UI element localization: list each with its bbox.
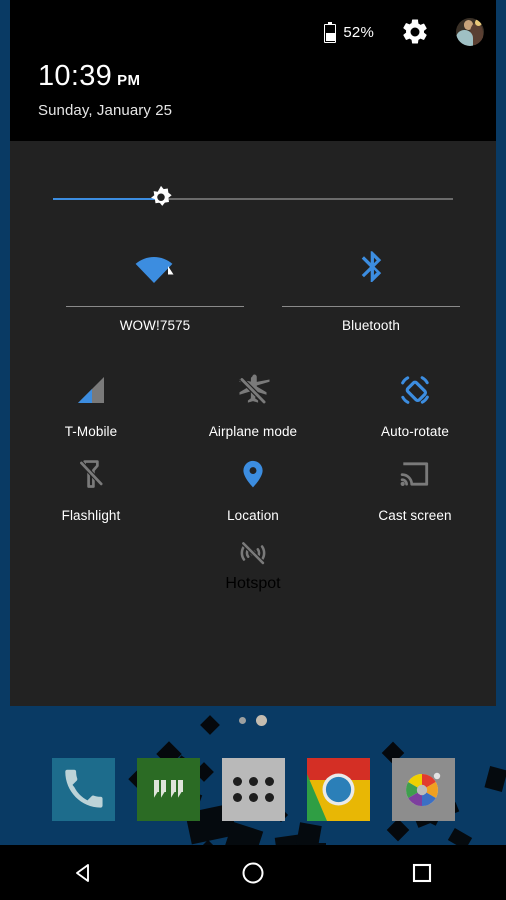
tile-auto-rotate[interactable]: Auto-rotate — [334, 368, 496, 452]
clock-block[interactable]: 10:39 PM Sunday, January 25 — [38, 60, 173, 120]
battery-status: 52% — [324, 21, 374, 43]
dock-item-hangouts[interactable] — [136, 757, 200, 821]
app-dock — [0, 753, 506, 825]
signal-bars-icon — [74, 368, 108, 412]
page-dot-1[interactable] — [239, 717, 246, 724]
tile-location[interactable]: Location — [172, 452, 334, 536]
tile-row-3: Hotspot — [10, 536, 496, 620]
clock-meridiem: PM — [117, 72, 141, 89]
tile-wifi-label: WOW!7575 — [119, 318, 191, 333]
tile-location-label: Location — [227, 508, 279, 523]
recents-square-icon — [412, 863, 431, 882]
airplane-off-icon — [235, 368, 271, 412]
tile-airplane-mode-label: Airplane mode — [208, 424, 298, 439]
tile-wifi[interactable]: WOW!7575 — [66, 246, 244, 333]
tile-row-2: Flashlight Location Cast screen — [10, 452, 496, 536]
auto-rotate-icon — [396, 368, 434, 412]
tile-auto-rotate-label: Auto-rotate — [381, 424, 449, 439]
tile-cast-screen-label: Cast screen — [378, 508, 452, 523]
chrome-icon — [306, 757, 370, 821]
android-screen: 52% 10:39 PM Sunday, January 25 WOW!7575… — [0, 0, 506, 900]
dock-item-app-drawer[interactable] — [221, 757, 285, 821]
dock-item-photos[interactable] — [391, 757, 455, 821]
brightness-sun-icon[interactable] — [146, 184, 176, 214]
brightness-fill — [53, 198, 161, 200]
dock-item-chrome[interactable] — [306, 757, 370, 821]
tile-flashlight-label: Flashlight — [61, 508, 121, 523]
tile-bluetooth[interactable]: Bluetooth — [282, 246, 460, 333]
tile-divider — [282, 306, 460, 307]
tile-divider — [66, 306, 244, 307]
nav-back-button[interactable] — [49, 853, 119, 893]
back-triangle-icon — [76, 863, 90, 882]
tile-cast-screen[interactable]: Cast screen — [334, 452, 496, 536]
clock-time: 10:39 — [38, 60, 113, 92]
app-drawer-icon — [232, 776, 274, 802]
page-dot-2[interactable] — [256, 715, 267, 726]
gear-icon[interactable] — [400, 17, 430, 47]
clock-date: Sunday, January 25 — [38, 102, 173, 119]
flashlight-off-icon — [74, 452, 108, 496]
tile-cellular-label: T-Mobile — [64, 424, 118, 439]
cast-screen-icon — [397, 452, 433, 496]
tile-bluetooth-label: Bluetooth — [342, 318, 400, 333]
hangouts-icon — [153, 779, 183, 799]
navigation-bar — [0, 845, 506, 900]
battery-percent-label: 52% — [343, 23, 374, 41]
nav-home-button[interactable] — [218, 853, 288, 893]
brightness-slider[interactable] — [53, 185, 453, 210]
tile-flashlight[interactable]: Flashlight — [10, 452, 172, 536]
quick-settings-header: 52% 10:39 PM Sunday, January 25 — [10, 0, 496, 141]
phone-icon — [64, 769, 103, 808]
battery-half-icon — [324, 21, 337, 43]
hotspot-off-icon — [236, 536, 270, 575]
tile-hotspot-label: Hotspot — [225, 575, 281, 592]
status-bar: 52% — [324, 17, 484, 47]
photos-icon — [406, 772, 441, 806]
wifi-icon — [66, 246, 244, 292]
bluetooth-icon — [282, 246, 460, 292]
quick-settings-grid: T-Mobile Airplane mode Auto-rotate Flash… — [10, 368, 496, 620]
tile-cellular[interactable]: T-Mobile — [10, 368, 172, 452]
tile-airplane-mode[interactable]: Airplane mode — [172, 368, 334, 452]
user-avatar[interactable] — [456, 18, 484, 46]
tile-row-1: T-Mobile Airplane mode Auto-rotate — [10, 368, 496, 452]
quick-settings-panel: 52% 10:39 PM Sunday, January 25 WOW!7575… — [10, 0, 496, 706]
tile-hotspot[interactable]: Hotspot — [172, 536, 334, 620]
home-circle-icon — [242, 862, 264, 883]
nav-recents-button[interactable] — [387, 853, 457, 893]
location-pin-icon — [237, 452, 269, 496]
dock-item-phone[interactable] — [51, 757, 115, 821]
duo-tile-row: WOW!7575 Bluetooth — [10, 246, 496, 338]
page-indicator — [0, 715, 506, 726]
